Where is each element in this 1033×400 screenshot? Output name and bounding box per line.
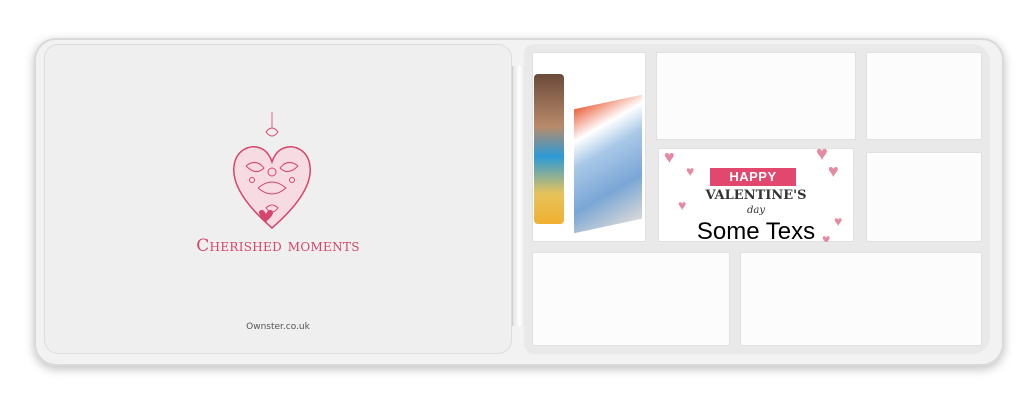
photo-wallet-product — [574, 94, 642, 234]
filigree-heart-icon — [232, 110, 312, 230]
heart-icon: ♥ — [816, 148, 828, 165]
card-slot-top-right[interactable] — [866, 52, 982, 140]
card-slot-top-middle[interactable] — [656, 52, 856, 140]
card-slot-valentine[interactable]: ♥ ♥ ♥ ♥ ♥ ♥ ♥ HAPPY VALENTINE'S day Some… — [658, 148, 854, 242]
heart-icon: ♥ — [664, 148, 675, 167]
card-slot-photo[interactable] — [532, 52, 646, 242]
custom-text[interactable]: Some Texs — [658, 218, 854, 242]
valentine-banner: HAPPY — [710, 168, 796, 186]
card-slot-bottom-left[interactable] — [532, 252, 730, 346]
tagline: Cherished moments — [196, 236, 360, 256]
photo-woman-with-phone — [534, 74, 564, 224]
valentine-day: day — [746, 205, 765, 216]
card-slot-middle-right[interactable] — [866, 152, 982, 242]
valentine-title: VALENTINE'S — [705, 188, 807, 203]
card-slot-bottom-right[interactable] — [740, 252, 982, 346]
website-label: Ownster.co.uk — [246, 322, 310, 332]
heart-icon: ♥ — [828, 161, 839, 181]
left-cover-page: Cherished moments Ownster.co.uk — [44, 44, 512, 354]
heart-icon: ♥ — [686, 163, 695, 179]
